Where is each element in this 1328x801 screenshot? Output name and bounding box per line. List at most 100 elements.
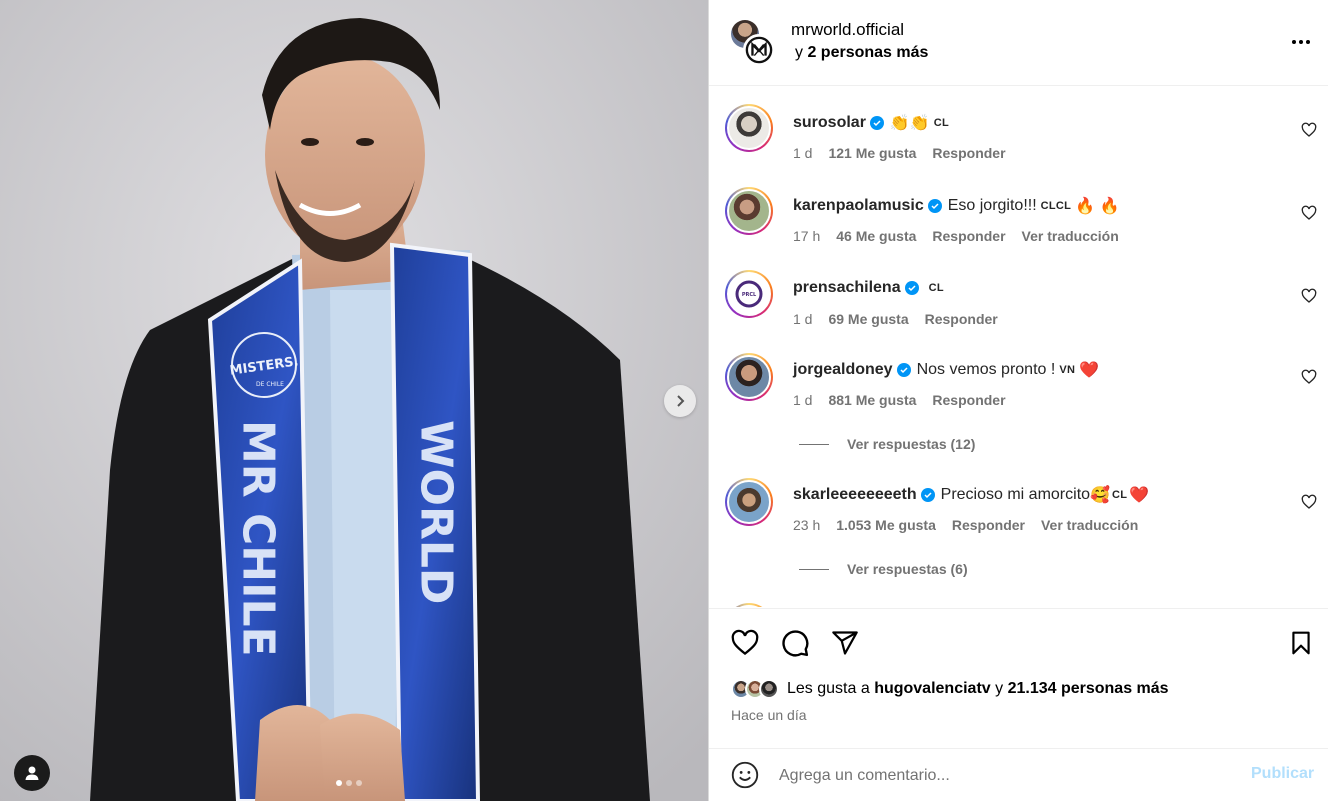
comment-like-heart-icon[interactable]	[1301, 288, 1317, 304]
comment-likes[interactable]: 46 Me gusta	[836, 228, 916, 244]
comment-time[interactable]: 17 h	[793, 228, 820, 244]
post-actions: Les gusta a hugovalenciatv y 21.134 pers…	[709, 608, 1328, 748]
translate-button[interactable]: Ver traducción	[1022, 228, 1119, 244]
replies-divider	[799, 568, 829, 570]
add-comment-bar: Publicar	[709, 748, 1328, 801]
mrworld-logo-icon	[745, 36, 773, 64]
comment-like-heart-icon[interactable]	[1301, 369, 1317, 385]
publish-button[interactable]: Publicar	[1251, 765, 1314, 783]
comment-likes[interactable]: 1.053 Me gusta	[836, 517, 936, 533]
flag-label: CL	[933, 117, 950, 129]
comment-time[interactable]: 1 d	[793, 145, 812, 161]
comment-emoji-pre: 🥰	[1090, 487, 1110, 504]
comment-username[interactable]: prensachilena	[793, 279, 901, 297]
tagged-users-button[interactable]	[14, 755, 50, 791]
comment-emoji: 🔥 🔥	[1075, 198, 1120, 215]
user-tag-icon	[25, 766, 39, 780]
verified-badge-icon	[896, 363, 911, 377]
reply-button[interactable]: Responder	[932, 392, 1005, 408]
comment-username[interactable]: karenpaolamusic	[793, 197, 924, 215]
reply-button[interactable]: Responder	[932, 228, 1005, 244]
view-replies-label: Ver respuestas (6)	[847, 561, 968, 577]
photo-illustration: MISTERS. DE CHILE MR CHILE WORLD	[0, 0, 708, 801]
verified-badge-icon	[869, 116, 884, 130]
flag-label: VN	[1059, 364, 1076, 376]
commenter-avatar[interactable]	[725, 187, 773, 235]
comment-line: karenpaolamusic Eso jorgito!!! CLCL 🔥 🔥	[793, 196, 1120, 216]
like-button[interactable]	[729, 627, 761, 659]
comment-bubble-icon	[782, 630, 809, 657]
comment-meta: 1 d 121 Me gusta Responder	[793, 145, 1006, 161]
smiley-icon[interactable]	[731, 761, 759, 789]
comment-meta: 23 h 1.053 Me gusta Responder Ver traduc…	[793, 517, 1138, 533]
bookmark-icon	[1292, 631, 1310, 655]
collaborators-prefix: y	[795, 44, 803, 61]
comment-meta: 17 h 46 Me gusta Responder Ver traducció…	[793, 228, 1119, 244]
commenter-avatar[interactable]	[725, 603, 773, 607]
comment-likes[interactable]: 881 Me gusta	[828, 392, 916, 408]
reply-button[interactable]: Responder	[925, 311, 998, 327]
commenter-avatar[interactable]: PRCL	[725, 270, 773, 318]
comment-like-heart-icon[interactable]	[1301, 205, 1317, 221]
view-replies-button[interactable]: Ver respuestas (12)	[799, 436, 975, 452]
reply-button[interactable]: Responder	[932, 145, 1005, 161]
comment-username[interactable]: jorgealdoney	[793, 361, 893, 379]
comment-input[interactable]	[779, 763, 1239, 789]
post-sidebar: mrworld.official y 2 personas más suroso…	[708, 0, 1328, 801]
comment-emoji: ❤️	[1079, 362, 1100, 379]
likes-user[interactable]: hugovalenciatv	[874, 680, 990, 697]
comment-likes[interactable]: 121 Me gusta	[828, 145, 916, 161]
translate-button[interactable]: Ver traducción	[1041, 517, 1138, 533]
carousel-dot	[356, 780, 362, 786]
comment-emoji: ❤️	[1129, 487, 1150, 504]
likes-rest[interactable]: 21.134 personas más	[1008, 680, 1169, 697]
post-photo[interactable]: MISTERS. DE CHILE MR CHILE WORLD	[0, 0, 708, 801]
post-header: mrworld.official y 2 personas más	[709, 0, 1328, 86]
sash-left-text: MR CHILE	[233, 420, 284, 657]
carousel-dot	[346, 780, 352, 786]
chevron-right-icon	[677, 395, 685, 407]
comment-time[interactable]: 1 d	[793, 311, 812, 327]
comments-list[interactable]: surosolar 👏👏 CL 1 d 121 Me gusta Respond…	[709, 87, 1328, 607]
likes-summary[interactable]: Les gusta a hugovalenciatv y 21.134 pers…	[731, 679, 1169, 699]
flag-label: CL	[928, 282, 944, 294]
verified-badge-icon	[927, 199, 942, 213]
comment-line: prensachilena CL	[793, 279, 948, 297]
reply-button[interactable]: Responder	[952, 517, 1025, 533]
post-author-username[interactable]: mrworld.official	[791, 20, 904, 40]
carousel-dot	[336, 780, 342, 786]
collaborators-label[interactable]: y 2 personas más	[795, 44, 928, 62]
post-timestamp[interactable]: Hace un día	[731, 707, 807, 723]
replies-divider	[799, 443, 829, 445]
verified-badge-icon	[904, 281, 919, 295]
comment-line: surosolar 👏👏 CL	[793, 113, 953, 133]
carousel-indicator	[336, 780, 362, 786]
carousel-next-button[interactable]	[664, 385, 696, 417]
comment-meta: 1 d 881 Me gusta Responder	[793, 392, 1006, 408]
commenter-avatar[interactable]	[725, 478, 773, 526]
view-replies-button[interactable]: Ver respuestas (6)	[799, 561, 968, 577]
prensachilena-logo-icon: PRCL	[735, 280, 763, 308]
more-options-button[interactable]	[1287, 30, 1315, 54]
comment-line: jorgealdoney Nos vemos pronto ! VN ❤️	[793, 360, 1099, 380]
comment-username[interactable]: skarleeeeeeeeth	[793, 486, 917, 504]
share-button[interactable]	[829, 627, 861, 659]
likes-prefix: Les gusta a	[787, 680, 870, 697]
collaborators-count: 2 personas más	[807, 44, 929, 61]
comment-text: Precioso mi amorcito	[940, 486, 1091, 503]
paper-plane-icon	[832, 631, 858, 655]
likes-summary-text: Les gusta a hugovalenciatv y 21.134 pers…	[787, 680, 1169, 698]
comment-time[interactable]: 1 d	[793, 392, 812, 408]
comment-like-heart-icon[interactable]	[1301, 494, 1317, 510]
comment-like-heart-icon[interactable]	[1301, 122, 1317, 138]
comment-likes[interactable]: 69 Me gusta	[828, 311, 908, 327]
comment-time[interactable]: 23 h	[793, 517, 820, 533]
comment-button[interactable]	[779, 627, 811, 659]
commenter-avatar[interactable]	[725, 353, 773, 401]
save-button[interactable]	[1285, 627, 1317, 659]
comment-username[interactable]: surosolar	[793, 114, 866, 132]
commenter-avatar[interactable]	[725, 104, 773, 152]
sash-logo-subtext: DE CHILE	[256, 381, 284, 388]
collab-avatars[interactable]	[729, 20, 775, 66]
svg-text:PRCL: PRCL	[742, 292, 757, 298]
